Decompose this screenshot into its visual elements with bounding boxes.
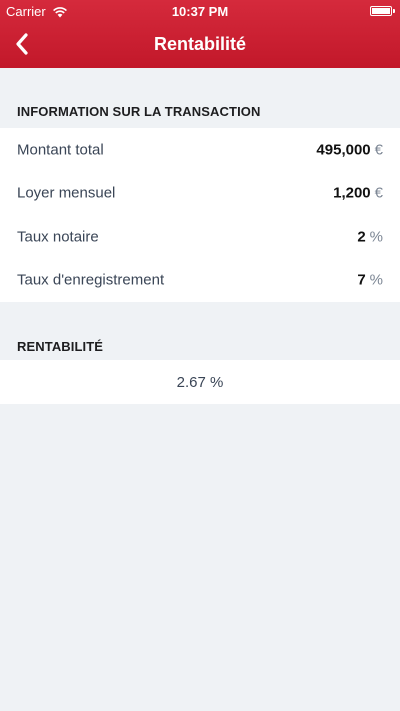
row-taux-enregistrement[interactable]: Taux d'enregistrement 7% xyxy=(0,259,400,303)
amount-value: 1,200 xyxy=(333,184,371,202)
battery-icon xyxy=(370,6,395,16)
battery-level xyxy=(372,8,390,14)
rate-value: 7 xyxy=(357,271,366,289)
row-value: 2% xyxy=(357,228,383,245)
row-label: Montant total xyxy=(17,141,104,159)
rentabilite-section-header: RENTABILITÉ xyxy=(17,339,104,354)
row-value: 1,200 € xyxy=(333,185,383,202)
rentabilite-value: 2.67 % xyxy=(176,373,224,391)
row-taux-notaire[interactable]: Taux notaire 2% xyxy=(0,215,400,259)
row-loyer-mensuel[interactable]: Loyer mensuel 1,200 € xyxy=(0,172,400,216)
top-bar: Carrier 10:37 PM Rentabilité xyxy=(0,0,400,68)
row-label: Taux d'enregistrement xyxy=(17,271,165,289)
currency-unit: € xyxy=(374,141,383,159)
transaction-section-header: INFORMATION SUR LA TRANSACTION xyxy=(17,104,261,119)
row-label: Taux notaire xyxy=(17,228,99,246)
navigation-bar: Rentabilité xyxy=(0,22,400,68)
status-bar: Carrier 10:37 PM xyxy=(0,0,400,22)
percent-unit: % xyxy=(369,228,383,246)
row-value: 495,000 € xyxy=(316,141,383,158)
amount-value: 495,000 xyxy=(316,141,371,159)
row-label: Loyer mensuel xyxy=(17,184,116,202)
rate-value: 2 xyxy=(357,228,366,246)
clock: 10:37 PM xyxy=(171,4,229,19)
page-title: Rentabilité xyxy=(153,34,246,54)
rentabilite-result: 2.67 % xyxy=(0,360,400,404)
percent-unit: % xyxy=(369,271,383,289)
row-value: 7% xyxy=(357,272,383,289)
transaction-list: Montant total 495,000 € Loyer mensuel 1,2… xyxy=(0,128,400,302)
currency-unit: € xyxy=(374,184,383,202)
row-montant-total[interactable]: Montant total 495,000 € xyxy=(0,128,400,172)
